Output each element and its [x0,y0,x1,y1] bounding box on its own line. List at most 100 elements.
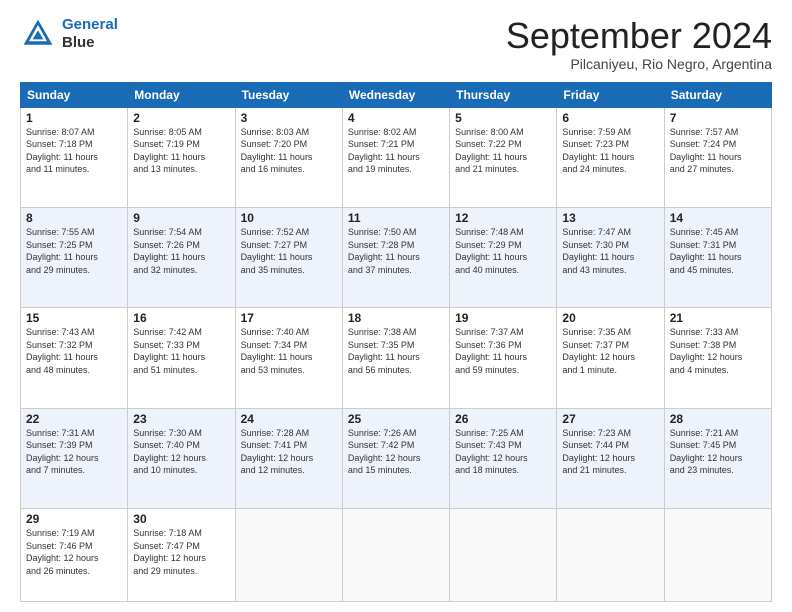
col-friday: Friday [557,82,664,107]
day-number: 26 [455,412,551,426]
calendar-week-3: 15Sunrise: 7:43 AM Sunset: 7:32 PM Dayli… [21,308,772,408]
logo-line2: Blue [62,34,118,52]
calendar-cell: 7Sunrise: 7:57 AM Sunset: 7:24 PM Daylig… [664,107,771,207]
logo-text: General Blue [62,16,118,52]
calendar-cell [342,508,449,601]
calendar-cell: 9Sunrise: 7:54 AM Sunset: 7:26 PM Daylig… [128,207,235,307]
calendar-cell: 30Sunrise: 7:18 AM Sunset: 7:47 PM Dayli… [128,508,235,601]
logo: General Blue [20,16,118,52]
day-number: 2 [133,111,229,125]
col-monday: Monday [128,82,235,107]
calendar-cell: 3Sunrise: 8:03 AM Sunset: 7:20 PM Daylig… [235,107,342,207]
col-tuesday: Tuesday [235,82,342,107]
day-number: 11 [348,211,444,225]
calendar-cell: 22Sunrise: 7:31 AM Sunset: 7:39 PM Dayli… [21,408,128,508]
day-info: Sunrise: 8:02 AM Sunset: 7:21 PM Dayligh… [348,126,444,176]
day-info: Sunrise: 7:47 AM Sunset: 7:30 PM Dayligh… [562,226,658,276]
calendar-cell [557,508,664,601]
day-number: 13 [562,211,658,225]
day-info: Sunrise: 7:38 AM Sunset: 7:35 PM Dayligh… [348,326,444,376]
day-info: Sunrise: 7:50 AM Sunset: 7:28 PM Dayligh… [348,226,444,276]
calendar-page: General Blue September 2024 Pilcaniyeu, … [0,0,792,612]
calendar-cell: 20Sunrise: 7:35 AM Sunset: 7:37 PM Dayli… [557,308,664,408]
calendar-cell: 4Sunrise: 8:02 AM Sunset: 7:21 PM Daylig… [342,107,449,207]
calendar-cell: 11Sunrise: 7:50 AM Sunset: 7:28 PM Dayli… [342,207,449,307]
day-number: 9 [133,211,229,225]
col-wednesday: Wednesday [342,82,449,107]
day-number: 16 [133,311,229,325]
day-info: Sunrise: 7:55 AM Sunset: 7:25 PM Dayligh… [26,226,122,276]
calendar-cell: 18Sunrise: 7:38 AM Sunset: 7:35 PM Dayli… [342,308,449,408]
location-subtitle: Pilcaniyeu, Rio Negro, Argentina [506,56,772,72]
day-info: Sunrise: 7:30 AM Sunset: 7:40 PM Dayligh… [133,427,229,477]
day-info: Sunrise: 7:37 AM Sunset: 7:36 PM Dayligh… [455,326,551,376]
day-number: 6 [562,111,658,125]
day-number: 7 [670,111,766,125]
calendar-cell: 17Sunrise: 7:40 AM Sunset: 7:34 PM Dayli… [235,308,342,408]
day-info: Sunrise: 8:00 AM Sunset: 7:22 PM Dayligh… [455,126,551,176]
calendar-cell: 1Sunrise: 8:07 AM Sunset: 7:18 PM Daylig… [21,107,128,207]
calendar-week-5: 29Sunrise: 7:19 AM Sunset: 7:46 PM Dayli… [21,508,772,601]
logo-line1: General [62,16,118,33]
calendar-cell: 6Sunrise: 7:59 AM Sunset: 7:23 PM Daylig… [557,107,664,207]
calendar-cell: 2Sunrise: 8:05 AM Sunset: 7:19 PM Daylig… [128,107,235,207]
day-number: 23 [133,412,229,426]
day-number: 24 [241,412,337,426]
calendar-cell: 13Sunrise: 7:47 AM Sunset: 7:30 PM Dayli… [557,207,664,307]
day-info: Sunrise: 7:21 AM Sunset: 7:45 PM Dayligh… [670,427,766,477]
calendar-cell: 26Sunrise: 7:25 AM Sunset: 7:43 PM Dayli… [450,408,557,508]
day-number: 10 [241,211,337,225]
day-info: Sunrise: 7:43 AM Sunset: 7:32 PM Dayligh… [26,326,122,376]
logo-icon [20,16,56,52]
day-number: 28 [670,412,766,426]
day-number: 30 [133,512,229,526]
day-info: Sunrise: 7:23 AM Sunset: 7:44 PM Dayligh… [562,427,658,477]
calendar-cell: 19Sunrise: 7:37 AM Sunset: 7:36 PM Dayli… [450,308,557,408]
calendar-cell [235,508,342,601]
calendar-cell: 12Sunrise: 7:48 AM Sunset: 7:29 PM Dayli… [450,207,557,307]
day-info: Sunrise: 7:42 AM Sunset: 7:33 PM Dayligh… [133,326,229,376]
calendar-cell [450,508,557,601]
day-number: 21 [670,311,766,325]
header-row: Sunday Monday Tuesday Wednesday Thursday… [21,82,772,107]
col-thursday: Thursday [450,82,557,107]
calendar-cell: 5Sunrise: 8:00 AM Sunset: 7:22 PM Daylig… [450,107,557,207]
calendar-cell: 23Sunrise: 7:30 AM Sunset: 7:40 PM Dayli… [128,408,235,508]
calendar-week-4: 22Sunrise: 7:31 AM Sunset: 7:39 PM Dayli… [21,408,772,508]
calendar-week-1: 1Sunrise: 8:07 AM Sunset: 7:18 PM Daylig… [21,107,772,207]
day-number: 20 [562,311,658,325]
day-number: 22 [26,412,122,426]
day-number: 14 [670,211,766,225]
calendar-cell: 21Sunrise: 7:33 AM Sunset: 7:38 PM Dayli… [664,308,771,408]
day-info: Sunrise: 7:31 AM Sunset: 7:39 PM Dayligh… [26,427,122,477]
month-title: September 2024 [506,16,772,56]
day-info: Sunrise: 8:07 AM Sunset: 7:18 PM Dayligh… [26,126,122,176]
calendar-cell: 29Sunrise: 7:19 AM Sunset: 7:46 PM Dayli… [21,508,128,601]
day-info: Sunrise: 7:35 AM Sunset: 7:37 PM Dayligh… [562,326,658,376]
day-info: Sunrise: 7:19 AM Sunset: 7:46 PM Dayligh… [26,527,122,577]
day-number: 12 [455,211,551,225]
day-number: 27 [562,412,658,426]
day-number: 17 [241,311,337,325]
day-number: 19 [455,311,551,325]
calendar-cell: 25Sunrise: 7:26 AM Sunset: 7:42 PM Dayli… [342,408,449,508]
calendar-cell: 15Sunrise: 7:43 AM Sunset: 7:32 PM Dayli… [21,308,128,408]
day-info: Sunrise: 7:18 AM Sunset: 7:47 PM Dayligh… [133,527,229,577]
day-number: 18 [348,311,444,325]
day-info: Sunrise: 7:54 AM Sunset: 7:26 PM Dayligh… [133,226,229,276]
calendar-cell: 10Sunrise: 7:52 AM Sunset: 7:27 PM Dayli… [235,207,342,307]
day-info: Sunrise: 7:57 AM Sunset: 7:24 PM Dayligh… [670,126,766,176]
day-number: 25 [348,412,444,426]
calendar-cell: 14Sunrise: 7:45 AM Sunset: 7:31 PM Dayli… [664,207,771,307]
calendar-cell: 28Sunrise: 7:21 AM Sunset: 7:45 PM Dayli… [664,408,771,508]
day-info: Sunrise: 7:28 AM Sunset: 7:41 PM Dayligh… [241,427,337,477]
day-number: 1 [26,111,122,125]
day-number: 3 [241,111,337,125]
calendar-week-2: 8Sunrise: 7:55 AM Sunset: 7:25 PM Daylig… [21,207,772,307]
header: General Blue September 2024 Pilcaniyeu, … [20,16,772,72]
day-info: Sunrise: 8:05 AM Sunset: 7:19 PM Dayligh… [133,126,229,176]
day-info: Sunrise: 7:26 AM Sunset: 7:42 PM Dayligh… [348,427,444,477]
title-block: September 2024 Pilcaniyeu, Rio Negro, Ar… [506,16,772,72]
day-info: Sunrise: 7:48 AM Sunset: 7:29 PM Dayligh… [455,226,551,276]
calendar-cell [664,508,771,601]
